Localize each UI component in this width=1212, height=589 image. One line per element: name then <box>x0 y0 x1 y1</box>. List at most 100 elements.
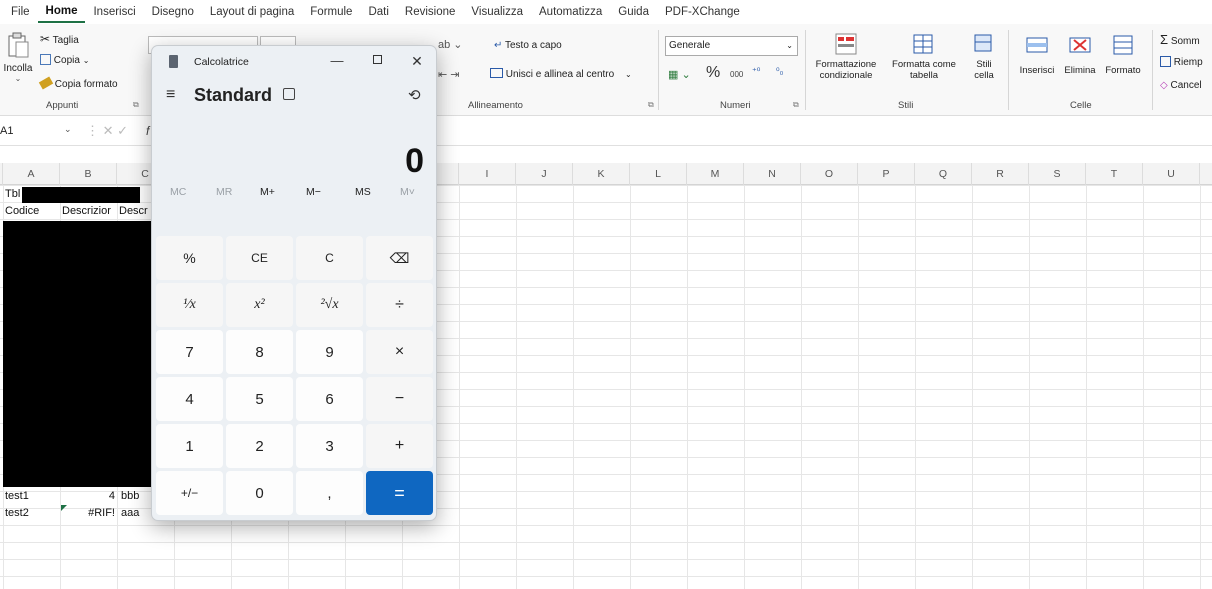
column-header[interactable]: R <box>972 163 1029 185</box>
column-header[interactable]: B <box>60 163 117 185</box>
digit-6-key[interactable]: 6 <box>296 377 363 421</box>
memory-clear-button[interactable]: MC <box>170 186 186 198</box>
menu-file[interactable]: File <box>3 0 38 24</box>
digit-9-key[interactable]: 9 <box>296 330 363 374</box>
cell-c19[interactable]: bbb <box>121 488 139 505</box>
memory-list-button[interactable]: M˅ <box>400 186 415 198</box>
column-header[interactable]: Q <box>915 163 972 185</box>
column-header[interactable]: P <box>858 163 915 185</box>
clipboard-launcher-icon[interactable]: ⧉ <box>133 100 139 110</box>
memory-add-button[interactable]: M+ <box>260 186 275 198</box>
square-root-key[interactable]: ²√x <box>296 283 363 327</box>
close-button[interactable]: ✕ <box>402 50 432 72</box>
maximize-button[interactable] <box>362 50 392 72</box>
name-box[interactable]: A1 <box>0 125 70 137</box>
clear-key[interactable]: C <box>296 236 363 280</box>
navigation-menu-icon[interactable]: ≡ <box>166 86 175 104</box>
column-header[interactable]: S <box>1029 163 1086 185</box>
format-cells-button[interactable]: Formato <box>1100 34 1146 76</box>
calculator-window[interactable]: Calcolatrice — ✕ ≡ Standard ⟲ 0 MC MR M+… <box>151 45 437 521</box>
decimal-key[interactable]: , <box>296 471 363 515</box>
memory-subtract-button[interactable]: M− <box>306 186 321 198</box>
equals-key[interactable]: = <box>366 471 433 515</box>
delete-cells-button[interactable]: Elimina <box>1060 34 1100 76</box>
menu-insert[interactable]: Inserisci <box>85 0 143 24</box>
menu-page-layout[interactable]: Layout di pagina <box>202 0 302 24</box>
menu-data[interactable]: Dati <box>360 0 396 24</box>
add-key[interactable]: + <box>366 424 433 468</box>
format-as-table-button[interactable]: Formatta come tabella <box>886 32 962 81</box>
column-header[interactable]: M <box>687 163 744 185</box>
column-header[interactable]: J <box>516 163 573 185</box>
conditional-formatting-button[interactable]: Formattazione condizionale <box>810 32 882 81</box>
clear-entry-key[interactable]: CE <box>226 236 293 280</box>
menu-help[interactable]: Guida <box>610 0 657 24</box>
menu-home[interactable]: Home <box>37 1 86 23</box>
digit-8-key[interactable]: 8 <box>226 330 293 374</box>
format-painter-button[interactable]: Copia formato <box>38 76 118 90</box>
column-header[interactable]: T <box>1086 163 1143 185</box>
digit-2-key[interactable]: 2 <box>226 424 293 468</box>
digit-3-key[interactable]: 3 <box>296 424 363 468</box>
insert-cells-button[interactable]: Inserisci <box>1014 34 1060 76</box>
column-header[interactable]: U <box>1143 163 1200 185</box>
wrap-text-button[interactable]: ↵ Testo a capo <box>494 40 562 51</box>
digit-7-key[interactable]: 7 <box>156 330 223 374</box>
number-format-dropdown[interactable]: Generale ⌄ <box>665 36 798 56</box>
percent-key[interactable]: % <box>156 236 223 280</box>
chevron-down-icon[interactable]: ⌄ <box>64 124 72 135</box>
negate-key[interactable]: +/− <box>156 471 223 515</box>
divide-key[interactable]: ÷ <box>366 283 433 327</box>
fx-icon[interactable]: f <box>146 124 149 138</box>
cancel-entry-icon[interactable]: ⋮ ✕ ✓ <box>86 123 128 139</box>
cell-b2[interactable]: Descrizior <box>62 203 111 220</box>
digit-0-key[interactable]: 0 <box>226 471 293 515</box>
memory-store-button[interactable]: MS <box>355 186 371 198</box>
minimize-button[interactable]: — <box>322 50 352 72</box>
alignment-launcher-icon[interactable]: ⧉ <box>648 100 654 110</box>
fill-button[interactable]: Riemp <box>1160 56 1203 68</box>
reciprocal-key[interactable]: ¹⁄x <box>156 283 223 327</box>
digit-1-key[interactable]: 1 <box>156 424 223 468</box>
digit-4-key[interactable]: 4 <box>156 377 223 421</box>
cell-a20[interactable]: test2 <box>5 505 29 522</box>
menu-draw[interactable]: Disegno <box>144 0 202 24</box>
paste-button[interactable]: Incolla ⌄ <box>2 30 34 90</box>
increase-decimal-icon[interactable]: ⁺⁰ <box>752 66 760 77</box>
menu-review[interactable]: Revisione <box>397 0 464 24</box>
thousands-button[interactable]: 000 <box>730 70 743 79</box>
cell-b19[interactable]: 4 <box>60 488 115 505</box>
indent-icon[interactable]: ⇤ ⇥ <box>438 68 460 81</box>
menu-pdf-xchange[interactable]: PDF-XChange <box>657 0 748 24</box>
autosum-button[interactable]: Σ Somm <box>1160 32 1200 47</box>
cell-a1[interactable]: Tbl <box>5 186 20 203</box>
merge-center-button[interactable]: Unisci e allinea al centro ⌄ <box>490 68 632 80</box>
column-header[interactable]: L <box>630 163 687 185</box>
number-launcher-icon[interactable]: ⧉ <box>793 100 799 110</box>
cell-b20[interactable]: #RIF! <box>60 505 115 522</box>
cell-c20[interactable]: aaa <box>121 505 139 522</box>
currency-icon[interactable]: ▦ ⌄ <box>668 68 691 81</box>
subtract-key[interactable]: − <box>366 377 433 421</box>
cell-styles-button[interactable]: Stili cella <box>964 32 1004 81</box>
cell-a2[interactable]: Codice <box>5 203 39 220</box>
menu-automate[interactable]: Automatizza <box>531 0 610 24</box>
cell-a19[interactable]: test1 <box>5 488 29 505</box>
multiply-key[interactable]: × <box>366 330 433 374</box>
cut-button[interactable]: ✂ Taglia <box>40 32 79 46</box>
column-header[interactable]: N <box>744 163 801 185</box>
percent-button[interactable]: % <box>706 64 720 82</box>
column-header[interactable]: O <box>801 163 858 185</box>
menu-formulas[interactable]: Formule <box>302 0 360 24</box>
backspace-key[interactable]: ⌫ <box>366 236 433 280</box>
copy-button[interactable]: Copia ⌄ <box>40 54 89 66</box>
history-icon[interactable]: ⟲ <box>408 86 421 104</box>
cell-c2[interactable]: Descr <box>119 203 148 220</box>
clear-button[interactable]: ◇ Cancel <box>1160 80 1202 91</box>
menu-view[interactable]: Visualizza <box>463 0 531 24</box>
orientation-icon[interactable]: ab ⌄ <box>438 38 463 51</box>
keep-on-top-icon[interactable] <box>283 88 295 100</box>
decrease-decimal-icon[interactable]: ⁰₀ <box>776 66 783 77</box>
memory-recall-button[interactable]: MR <box>216 186 232 198</box>
digit-5-key[interactable]: 5 <box>226 377 293 421</box>
